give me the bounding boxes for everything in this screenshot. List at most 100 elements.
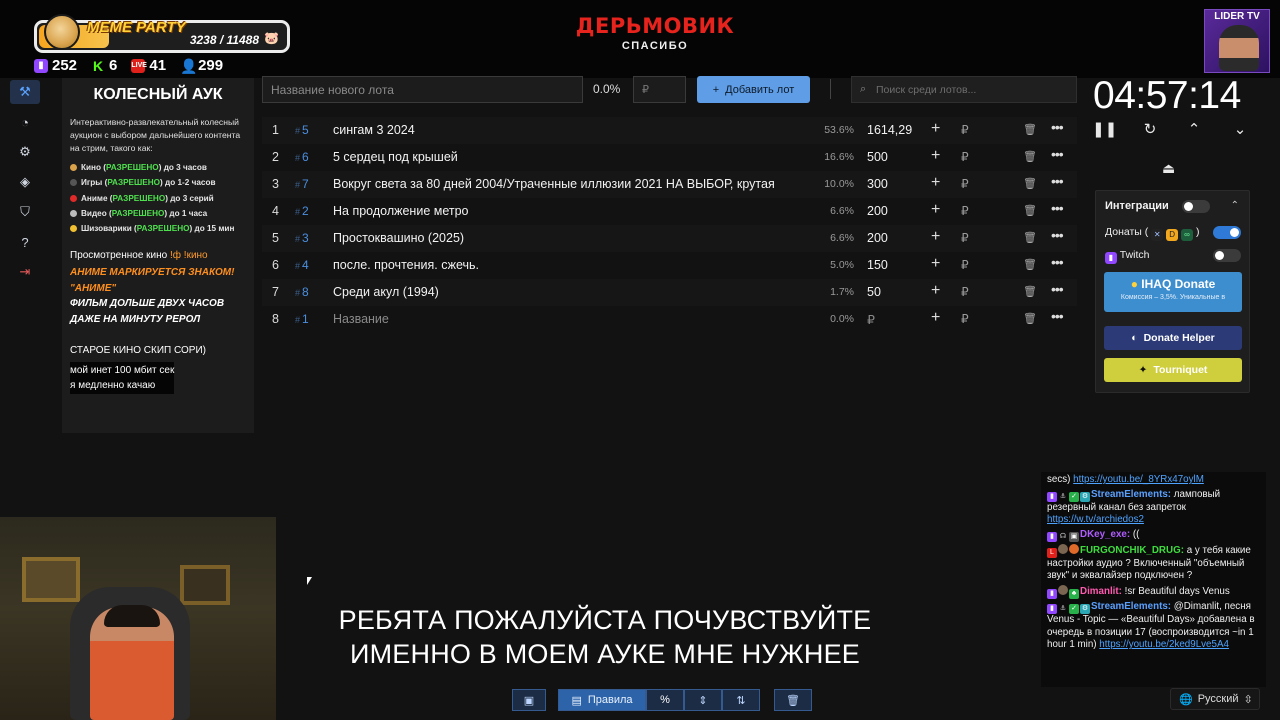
user-icon: 👤 bbox=[180, 57, 198, 74]
trash-icon[interactable]: 🗑 bbox=[1023, 285, 1037, 298]
auction-timer: 04:57:14 bbox=[1093, 74, 1241, 117]
percent-button[interactable]: % bbox=[646, 689, 684, 711]
new-lot-amount-input[interactable]: ₽ bbox=[633, 76, 686, 103]
trash-icon[interactable]: 🗑 bbox=[1023, 150, 1037, 163]
table-row[interactable]: 6 #4 после. прочтения. сжечь. 5.0% 150 + ₽ 🗑 ••• bbox=[262, 252, 1077, 279]
lot-search-input[interactable]: ⌕ Поиск среди лотов... bbox=[851, 76, 1077, 103]
brand-logo: ДЕРЬМОВИК СПАСИБО bbox=[540, 14, 770, 52]
lot-name[interactable]: Вокруг света за 80 дней 2004/Утраченные … bbox=[333, 177, 808, 191]
chevron-up-icon[interactable]: ⌃ bbox=[1231, 200, 1239, 211]
donations-toggle[interactable] bbox=[1213, 226, 1241, 239]
lot-name[interactable]: 5 сердец под крышей bbox=[333, 150, 808, 164]
integrations-toggle[interactable] bbox=[1182, 200, 1210, 213]
tourniquet-button[interactable]: ✦ Tourniquet bbox=[1104, 358, 1242, 382]
lot-amount[interactable]: 200 bbox=[867, 204, 888, 218]
lot-name[interactable]: На продолжение метро bbox=[333, 204, 808, 218]
plus-icon[interactable]: + bbox=[931, 174, 940, 192]
lot-name[interactable]: после. прочтения. сжечь. bbox=[333, 258, 808, 272]
ihaq-donate-button[interactable]: ● IHAQ Donate Комиссия – 3,5%. Уникальны… bbox=[1104, 272, 1242, 312]
table-row[interactable]: 7 #8 Среди акул (1994) 1.7% 50 + ₽ 🗑 ••• bbox=[262, 279, 1077, 306]
chat-link[interactable]: https://youtu.be/2ked9Lve5A4 bbox=[1099, 639, 1229, 650]
viewer-stats: ▮ 252 K 6 LIVE 41 👤 299 bbox=[34, 57, 223, 74]
plus-icon[interactable]: + bbox=[931, 228, 940, 246]
chat-link[interactable]: https://youtu.be/_8YRx47oylM bbox=[1073, 474, 1204, 485]
chevron-down-icon[interactable]: ⌄ bbox=[1228, 120, 1252, 138]
wheel-icon[interactable]: ◔ bbox=[10, 110, 40, 134]
table-row[interactable]: 5 #3 Простоквашино (2025) 6.6% 200 + ₽ 🗑 ••• bbox=[262, 225, 1077, 252]
save-icon[interactable]: ▣ bbox=[512, 689, 546, 711]
plus-icon[interactable]: + bbox=[931, 201, 940, 219]
lot-rub-input[interactable]: ₽ bbox=[961, 312, 969, 326]
plus-icon[interactable]: + bbox=[931, 120, 940, 138]
lot-name[interactable]: Среди акул (1994) bbox=[333, 285, 808, 299]
language-select[interactable]: 🌐 Русский ⇳ bbox=[1170, 688, 1260, 710]
more-icon[interactable]: ••• bbox=[1051, 254, 1064, 270]
lot-rub-input[interactable]: ₽ bbox=[961, 177, 969, 191]
help-icon[interactable]: ? bbox=[10, 230, 40, 254]
more-icon[interactable]: ••• bbox=[1051, 227, 1064, 243]
lot-amount[interactable]: ₽ bbox=[867, 312, 875, 327]
more-icon[interactable]: ••• bbox=[1051, 200, 1064, 216]
lot-rub-input[interactable]: ₽ bbox=[961, 258, 969, 272]
pause-icon[interactable]: ❚❚ bbox=[1092, 120, 1117, 138]
lot-name[interactable]: Простоквашино (2025) bbox=[333, 231, 808, 245]
trash-icon[interactable]: 🗑 bbox=[1023, 258, 1037, 271]
twitch-icon: ▮ bbox=[1105, 252, 1117, 264]
auction-icon[interactable]: ⚒ bbox=[10, 80, 40, 104]
lot-rub-input[interactable]: ₽ bbox=[961, 204, 969, 218]
lot-rub-input[interactable]: ₽ bbox=[961, 150, 969, 164]
chat-link[interactable]: https://w.tv/archiedos2 bbox=[1047, 514, 1144, 525]
lot-amount[interactable]: 1614,29 bbox=[867, 123, 912, 137]
globe-icon: 🌐 bbox=[1179, 693, 1193, 706]
subtitle-line-1: РЕБЯТА ПОЖАЛУЙСТА ПОЧУВСТВУЙТЕ bbox=[338, 605, 872, 635]
chevron-up-icon[interactable]: ⌃ bbox=[1182, 120, 1206, 138]
lot-name[interactable]: Название bbox=[333, 312, 808, 326]
lot-amount[interactable]: 500 bbox=[867, 150, 888, 164]
watched-command: !ф !кино bbox=[170, 250, 208, 262]
logout-icon[interactable]: ⇥ bbox=[10, 260, 40, 284]
lot-name[interactable]: сингам 3 2024 bbox=[333, 123, 808, 137]
trash-icon[interactable]: 🗑 bbox=[1023, 177, 1037, 190]
twitch-label: Twitch bbox=[1119, 249, 1150, 261]
shield-icon[interactable]: ⛉ bbox=[10, 200, 40, 224]
layers-icon[interactable]: ◈ bbox=[10, 170, 40, 194]
reset-icon[interactable]: ↻ bbox=[1138, 120, 1162, 138]
trash-icon[interactable]: 🗑 bbox=[1023, 204, 1037, 217]
plus-icon[interactable]: + bbox=[931, 282, 940, 300]
table-row[interactable]: 3 #7 Вокруг света за 80 дней 2004/Утраченн… bbox=[262, 171, 1077, 198]
gear-icon[interactable]: ⚙ bbox=[10, 140, 40, 164]
lot-number: 6 bbox=[272, 258, 279, 272]
donate-helper-button[interactable]: ◐ Donate Helper bbox=[1104, 326, 1242, 350]
trash-icon[interactable]: 🗑 bbox=[1023, 312, 1037, 325]
table-row[interactable]: 8 #1 Название 0.0% ₽ + ₽ 🗑 ••• bbox=[262, 306, 1077, 333]
more-icon[interactable]: ••• bbox=[1051, 308, 1064, 324]
plus-icon[interactable]: + bbox=[931, 309, 940, 327]
table-row[interactable]: 4 #2 На продолжение метро 6.6% 200 + ₽ 🗑 ••• bbox=[262, 198, 1077, 225]
trash-icon[interactable]: 🗑 bbox=[1023, 123, 1037, 136]
more-icon[interactable]: ••• bbox=[1051, 173, 1064, 189]
new-lot-input[interactable]: Название нового лота bbox=[262, 76, 583, 103]
plus-icon[interactable]: + bbox=[931, 147, 940, 165]
more-icon[interactable]: ••• bbox=[1051, 146, 1064, 162]
lot-amount[interactable]: 150 bbox=[867, 258, 888, 272]
split-icon[interactable]: ⇕ bbox=[684, 689, 722, 711]
collapse-up-icon[interactable]: ⏏ bbox=[1162, 160, 1175, 177]
lot-amount[interactable]: 300 bbox=[867, 177, 888, 191]
lot-amount[interactable]: 50 bbox=[867, 285, 881, 299]
twitch-toggle[interactable] bbox=[1213, 249, 1241, 262]
more-icon[interactable]: ••• bbox=[1051, 119, 1064, 135]
sort-icon[interactable]: ⇅ bbox=[722, 689, 760, 711]
rules-button[interactable]: ▤ Правила bbox=[558, 689, 646, 711]
table-row[interactable]: 1 #5 сингам 3 2024 53.6% 1614,29 + ₽ 🗑 ••• bbox=[262, 117, 1077, 144]
trash-icon[interactable]: 🗑 bbox=[1023, 231, 1037, 244]
lot-rub-input[interactable]: ₽ bbox=[961, 123, 969, 137]
clear-icon[interactable]: 🗑 bbox=[774, 689, 812, 711]
lot-rub-input[interactable]: ₽ bbox=[961, 285, 969, 299]
lot-amount[interactable]: 200 bbox=[867, 231, 888, 245]
more-icon[interactable]: ••• bbox=[1051, 281, 1064, 297]
lot-rub-input[interactable]: ₽ bbox=[961, 231, 969, 245]
lot-percent: 1.7% bbox=[830, 286, 854, 298]
plus-icon[interactable]: + bbox=[931, 255, 940, 273]
table-row[interactable]: 2 #6 5 сердец под крышей 16.6% 500 + ₽ 🗑 ••• bbox=[262, 144, 1077, 171]
add-lot-button[interactable]: + Добавить лот bbox=[697, 76, 810, 103]
